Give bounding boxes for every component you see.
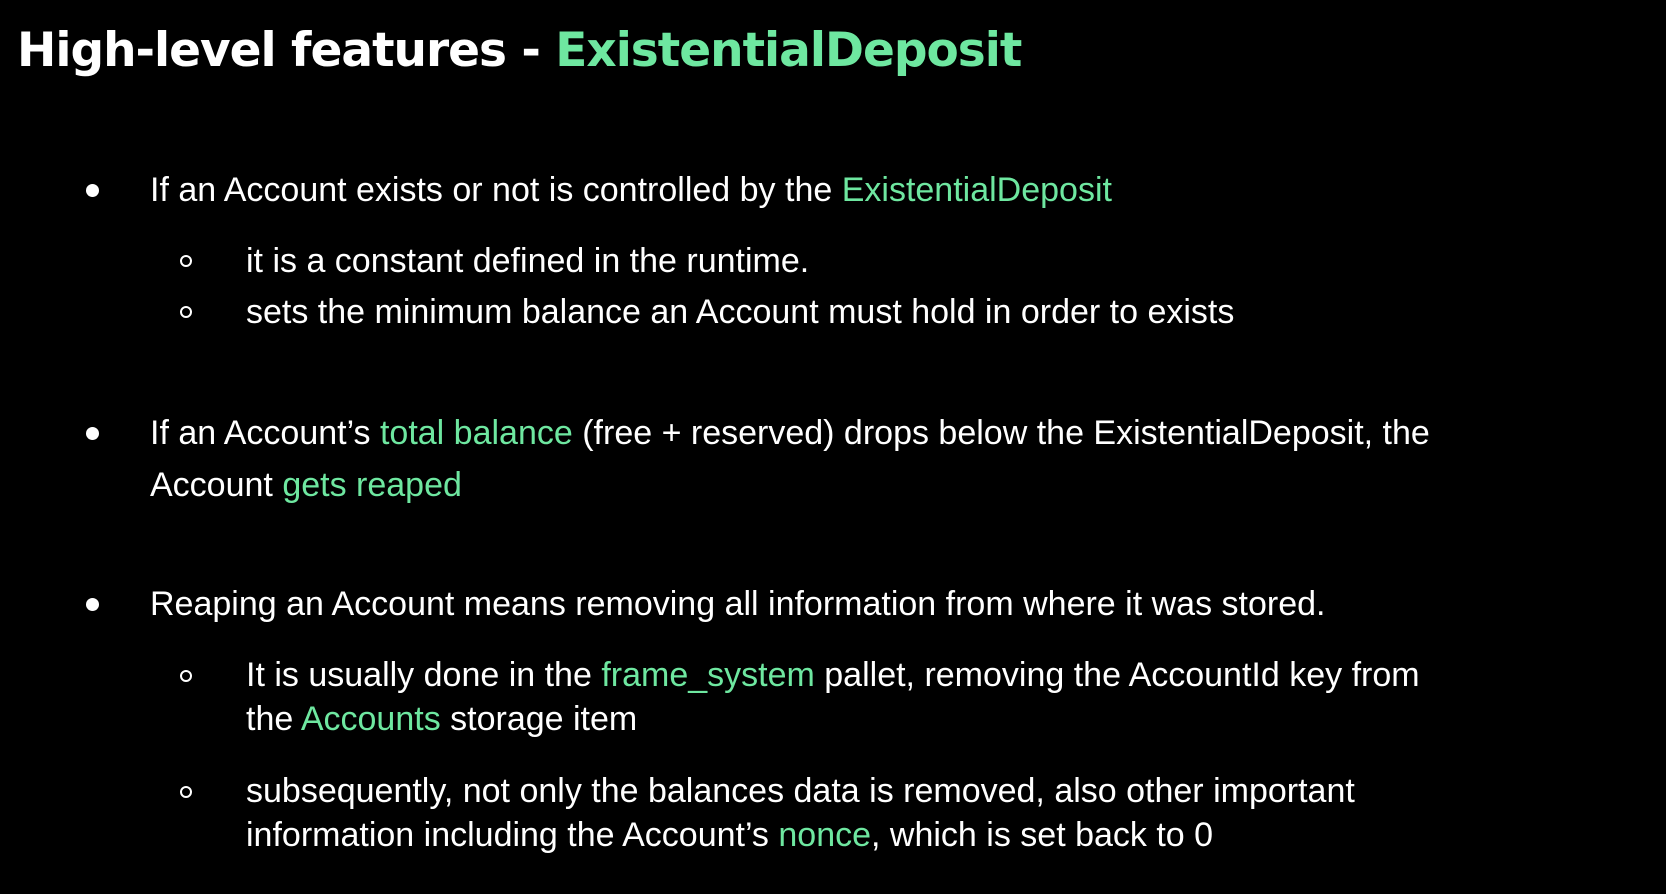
bullet-1-sub-1: it is a constant defined in the runtime. — [246, 242, 810, 280]
bullet-3-text: Reaping an Account means removing all in… — [150, 585, 1326, 623]
bullet-2-text-a: If an Account’s — [150, 414, 380, 452]
bullet-dot-icon — [86, 427, 99, 440]
bullet-2-line-1: If an Account’s total balance (free + re… — [150, 411, 1430, 455]
sub-bullet-circle-icon — [180, 306, 192, 318]
bullet-3-sub-1-line2-b: storage item — [440, 700, 638, 738]
bullet-3-sub-1-line2-a: the — [246, 700, 301, 738]
bullet-dot-icon — [86, 184, 99, 197]
sub-bullet-circle-icon — [180, 786, 192, 798]
bullet-3-sub-1-line-1: It is usually done in the frame_system p… — [246, 653, 1420, 697]
bullet-3-sub-2-line2-accent: nonce — [778, 816, 872, 854]
bullet-2-line2-accent: gets reaped — [282, 466, 462, 504]
bullet-3-sub-1-text-b: pallet, removing the AccountId key from — [814, 656, 1420, 694]
bullet-3-sub-1-line2-accent: Accounts — [300, 700, 441, 738]
bullet-1-text: If an Account exists or not is controlle… — [150, 168, 1112, 212]
slide: High-level features - ExistentialDeposit… — [0, 0, 1666, 894]
title-prefix: High-level features - — [17, 23, 556, 78]
slide-title: High-level features - ExistentialDeposit — [17, 18, 1022, 84]
bullet-1-sub-2: sets the minimum balance an Account must… — [246, 293, 1235, 331]
sub-bullet-circle-icon — [180, 670, 192, 682]
bullet-1-text-a: If an Account exists or not is controlle… — [150, 171, 842, 209]
bullet-dot-icon — [86, 598, 99, 611]
bullet-2-line2-text: Account — [150, 466, 283, 504]
bullet-2-text-b: (free + reserved) drops below the Existe… — [572, 414, 1430, 452]
bullet-3-sub-1-line-2: the Accounts storage item — [246, 697, 637, 741]
bullet-3-sub-1-text-a: It is usually done in the — [246, 656, 602, 694]
bullet-3-sub-2-line-2: information including the Account’s nonc… — [246, 813, 1213, 857]
bullet-3-sub-1-accent: frame_system — [601, 656, 815, 694]
sub-bullet-circle-icon — [180, 255, 192, 267]
bullet-3-sub-2-line2-a: information including the Account’s — [246, 816, 779, 854]
bullet-2-line-2: Account gets reaped — [150, 463, 462, 507]
bullet-3-sub-2-line-1: subsequently, not only the balances data… — [246, 772, 1355, 810]
bullet-2-accent: total balance — [379, 414, 573, 452]
bullet-1-accent: ExistentialDeposit — [841, 171, 1112, 209]
title-accent: ExistentialDeposit — [555, 23, 1022, 78]
bullet-3-sub-2-line2-b: , which is set back to 0 — [871, 816, 1214, 854]
